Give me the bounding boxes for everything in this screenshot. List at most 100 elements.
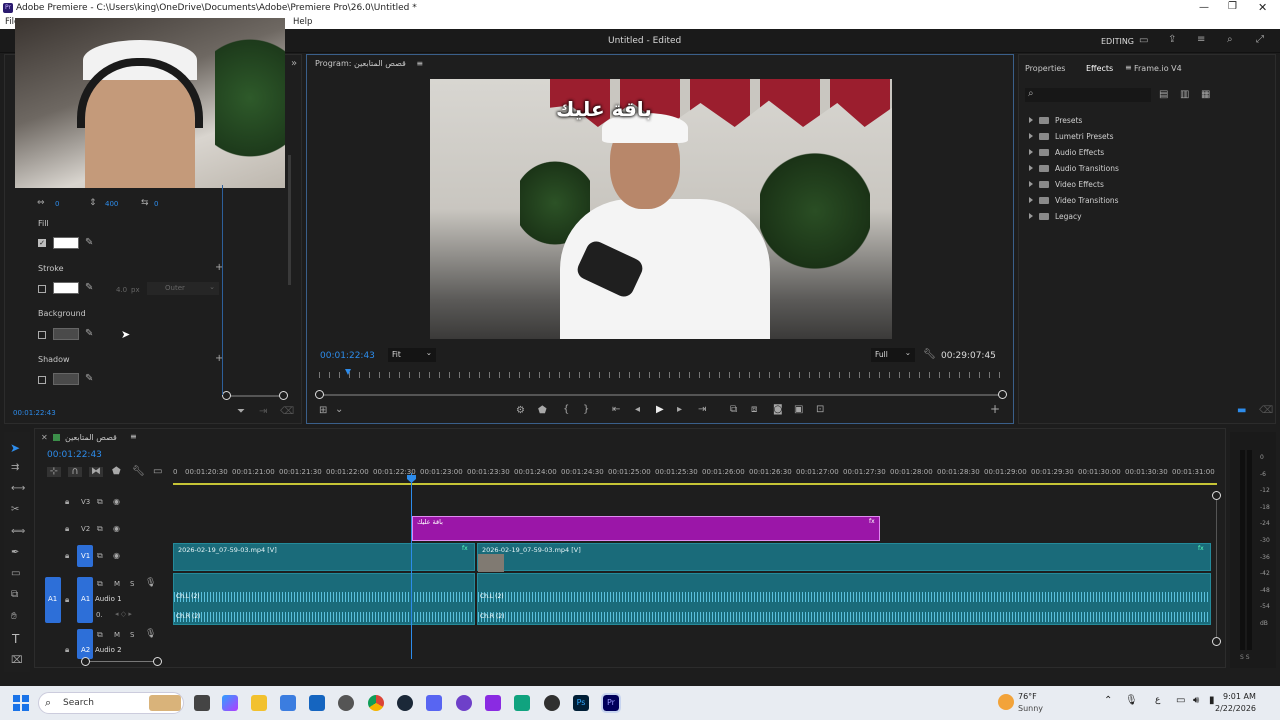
premiere-taskbar-icon[interactable]: Pr bbox=[601, 693, 621, 713]
video-clip-1[interactable]: 2026-02-19_07-59-03.mp4 [V] fx bbox=[173, 543, 475, 571]
pen-icon[interactable]: ✒ bbox=[11, 548, 19, 558]
tray-network-icon[interactable]: ▭ bbox=[1176, 695, 1185, 706]
fullscreen-icon[interactable]: ⤢ bbox=[1256, 35, 1264, 45]
panel-scrollbar[interactable] bbox=[288, 155, 291, 285]
type-tool-icon[interactable]: T bbox=[12, 632, 19, 646]
delete-icon[interactable]: ⌫ bbox=[1259, 406, 1273, 416]
microphone-icon[interactable]: 🎙︎ bbox=[145, 629, 156, 639]
work-area-bar[interactable] bbox=[173, 483, 1217, 485]
timeline-playhead-head[interactable] bbox=[407, 475, 416, 483]
new-item-icon[interactable]: ⇥ bbox=[259, 407, 267, 417]
volume-value[interactable]: 0. bbox=[96, 611, 103, 619]
trash-icon[interactable]: ⌫ bbox=[280, 407, 294, 417]
tree-item-lumetri-presets[interactable]: Lumetri Presets bbox=[1029, 128, 1269, 144]
tray-chevron-icon[interactable]: ⌃ bbox=[1104, 695, 1112, 706]
shadow-checkbox[interactable] bbox=[38, 376, 46, 384]
windows-start-icon[interactable] bbox=[13, 695, 29, 711]
panel-menu-icon[interactable]: ≡ bbox=[416, 59, 423, 68]
panel-timecode[interactable]: 00:01:22:43 bbox=[13, 409, 56, 417]
tray-lang-icon[interactable]: ع bbox=[1155, 695, 1160, 705]
sequence-tab[interactable]: قصص المتابعين bbox=[65, 433, 117, 442]
chrome-icon[interactable] bbox=[368, 695, 384, 711]
mark-out-icon[interactable]: } bbox=[583, 405, 589, 415]
effects-menu-icon[interactable]: ≡ bbox=[1125, 63, 1132, 72]
taskbar-date[interactable]: 2/22/2026 bbox=[1215, 704, 1256, 713]
weather-icon[interactable] bbox=[998, 694, 1014, 710]
timeline-playhead[interactable] bbox=[411, 473, 412, 659]
tab-frameio[interactable]: Frame.io V4 bbox=[1134, 64, 1182, 73]
go-to-out-icon[interactable]: ⇥ bbox=[698, 405, 706, 415]
sync-lock-icon[interactable]: ⧉ bbox=[97, 630, 103, 640]
vr-icon[interactable]: ⊡ bbox=[816, 405, 824, 415]
nest-icon[interactable]: ⊹ bbox=[47, 467, 61, 477]
tray-battery-icon[interactable]: ▮ bbox=[1209, 695, 1215, 706]
add-marker-icon[interactable]: ⬟ bbox=[538, 406, 547, 416]
step-forward-icon[interactable]: ▸ bbox=[677, 405, 682, 415]
outlook-icon[interactable] bbox=[309, 695, 325, 711]
overlay-title[interactable]: باقة عليك bbox=[556, 97, 652, 121]
mark-in-icon[interactable]: { bbox=[563, 405, 569, 415]
weather-condition[interactable]: Sunny bbox=[1018, 704, 1043, 713]
fill-eyedropper-icon[interactable]: ✎ bbox=[85, 238, 93, 248]
slip-icon[interactable]: ⟺ bbox=[11, 527, 25, 537]
panel-layout-icon[interactable]: ▭ bbox=[1139, 36, 1148, 46]
lock-icon[interactable]: 🔒︎ bbox=[65, 551, 69, 561]
caption-tool-icon[interactable]: ⌧ bbox=[11, 656, 23, 666]
tree-item-video-effects[interactable]: Video Effects bbox=[1029, 176, 1269, 192]
rectangle-icon[interactable]: ▭ bbox=[11, 569, 20, 579]
marker-icon[interactable]: ⬟ bbox=[112, 467, 121, 477]
tree-item-audio-transitions[interactable]: Audio Transitions bbox=[1029, 160, 1269, 176]
camera-icon[interactable]: ◙ bbox=[773, 405, 783, 415]
monitor-mini-ruler[interactable] bbox=[319, 372, 1003, 378]
mute-button[interactable]: M bbox=[114, 631, 120, 639]
tree-item-legacy[interactable]: Legacy bbox=[1029, 208, 1269, 224]
timeline-ruler[interactable]: 0 00:01:20:30 00:01:21:00 00:01:21:30 00… bbox=[173, 467, 1217, 481]
lock-icon[interactable]: 🔒︎ bbox=[65, 524, 69, 534]
track-select-icon[interactable]: ⇉ bbox=[11, 463, 19, 473]
step-back-icon[interactable]: ◂ bbox=[635, 405, 640, 415]
graphic-clip[interactable]: باقة عليك fx bbox=[412, 516, 880, 541]
h-scroll-handle[interactable] bbox=[81, 657, 90, 666]
discord-icon[interactable] bbox=[426, 695, 442, 711]
settings-app-icon[interactable] bbox=[338, 695, 354, 711]
obs-icon[interactable] bbox=[544, 695, 560, 711]
new-bin-icon-3[interactable]: ▦ bbox=[1201, 90, 1210, 100]
leading-value[interactable]: 400 bbox=[105, 200, 118, 208]
selection-tool-icon[interactable]: ➤ bbox=[10, 441, 20, 455]
lock-icon[interactable]: 🔒︎ bbox=[65, 497, 69, 507]
sync-lock-icon[interactable]: ⧉ bbox=[97, 579, 103, 589]
filter-icon[interactable]: ⏷ bbox=[237, 407, 245, 417]
captions-icon[interactable]: ▭ bbox=[153, 467, 162, 477]
eye-icon[interactable]: ◉ bbox=[113, 551, 120, 561]
tray-mic-icon[interactable]: 🎙︎ bbox=[1125, 695, 1138, 706]
play-icon[interactable]: ▶ bbox=[656, 405, 664, 415]
shadow-color-swatch[interactable] bbox=[53, 373, 79, 385]
settings-wrench-icon[interactable]: 🔧︎ bbox=[923, 350, 936, 360]
sync-lock-icon[interactable]: ⧉ bbox=[97, 524, 103, 534]
compare-icon[interactable]: ▣ bbox=[794, 405, 803, 415]
go-to-in-icon[interactable]: ⇤ bbox=[612, 405, 620, 415]
add-button-icon[interactable]: + bbox=[990, 403, 1000, 415]
v-scroll-handle[interactable] bbox=[1212, 491, 1221, 500]
stroke-width[interactable]: 4.0 bbox=[116, 286, 127, 294]
meter-solo-buttons[interactable]: S S bbox=[1240, 654, 1250, 661]
stroke-checkbox[interactable] bbox=[38, 285, 46, 293]
timeline-timecode[interactable]: 00:01:22:43 bbox=[47, 450, 102, 460]
eye-icon[interactable]: ◉ bbox=[113, 524, 120, 534]
tray-volume-icon[interactable]: 🔊︎ bbox=[1193, 695, 1199, 706]
linked-selection-icon[interactable]: ⧓ bbox=[89, 467, 103, 477]
export-icon[interactable]: ⇪ bbox=[1168, 35, 1176, 45]
minimize-icon[interactable]: — bbox=[1199, 2, 1209, 13]
target-patch-a2-bg[interactable] bbox=[77, 629, 93, 659]
program-monitor-title[interactable]: Program: قصص المتابعين bbox=[315, 59, 406, 68]
fill-checkbox[interactable]: ✓ bbox=[38, 239, 46, 247]
tree-item-video-transitions[interactable]: Video Transitions bbox=[1029, 192, 1269, 208]
stroke-type-dropdown[interactable]: Outer ⌄ bbox=[147, 282, 219, 295]
new-bin-icon-1[interactable]: ▤ bbox=[1159, 90, 1168, 100]
github-desktop-icon[interactable] bbox=[456, 695, 472, 711]
quality-dropdown[interactable]: Full ⌄ bbox=[871, 348, 915, 362]
microphone-icon[interactable]: 🎙︎ bbox=[145, 578, 156, 588]
transform-icon[interactable]: ⧉ bbox=[11, 590, 18, 600]
keyframe-nav-icon[interactable]: ◂ ◇ ▸ bbox=[115, 610, 132, 618]
weather-temp[interactable]: 76°F bbox=[1018, 692, 1037, 701]
